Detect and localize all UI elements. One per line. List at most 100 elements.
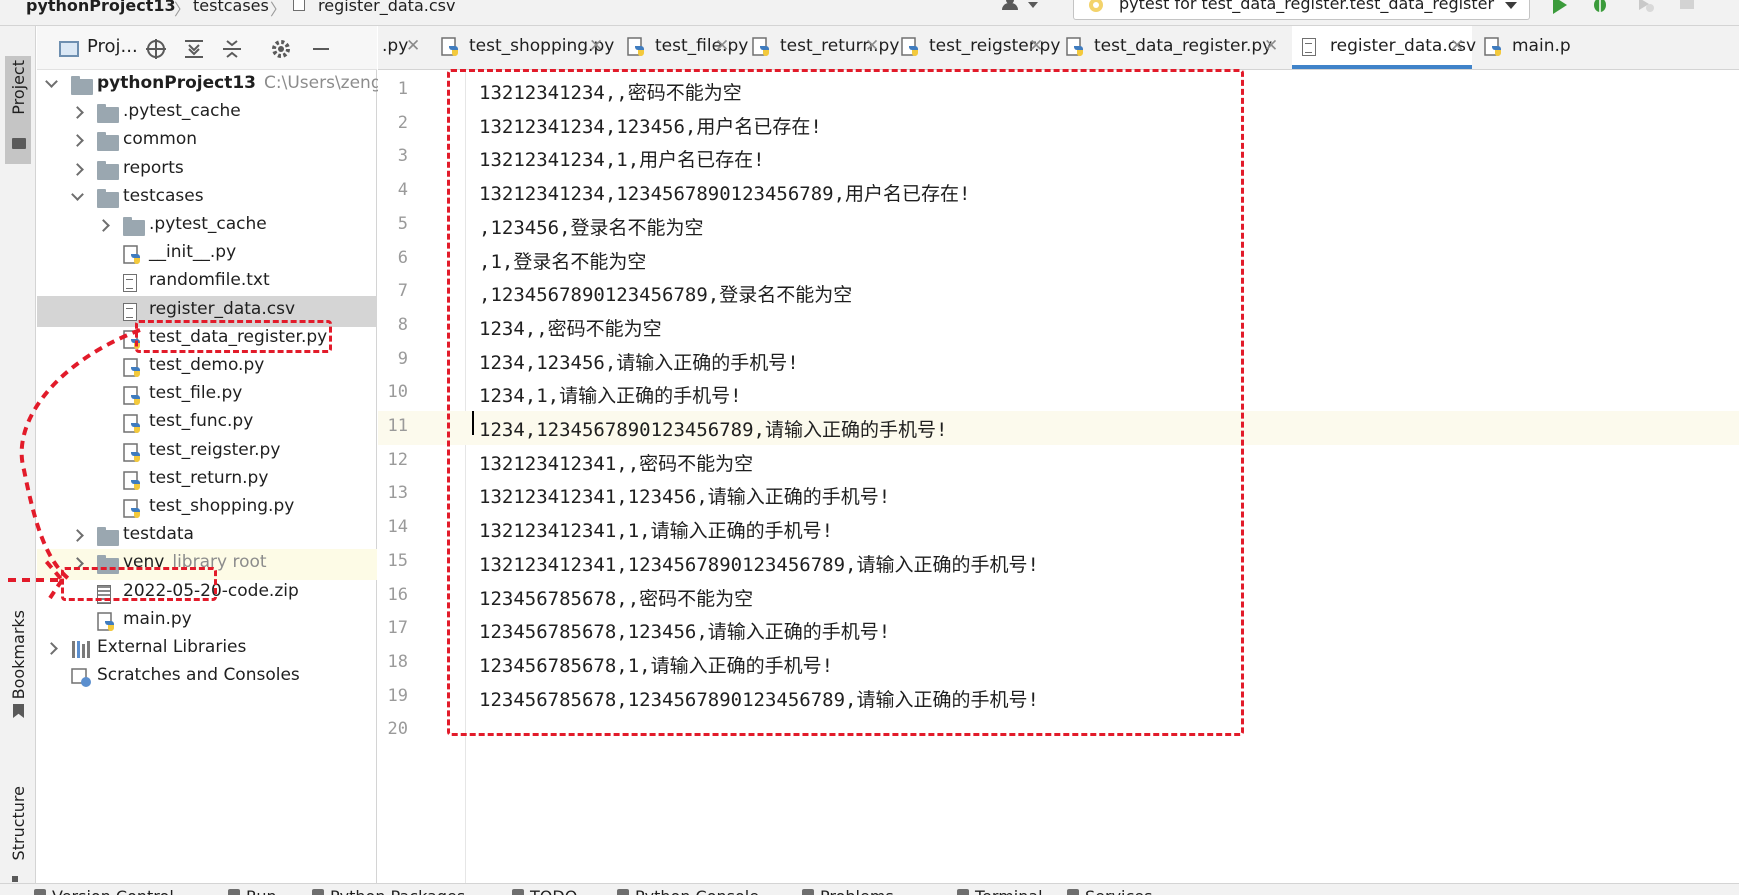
bottom-tool-button[interactable]: Terminal (975, 887, 1043, 895)
close-icon[interactable]: ✕ (715, 36, 729, 56)
python-file-icon (123, 245, 140, 265)
tree-item[interactable]: test_reigster.py (37, 437, 377, 468)
bottom-tool-button[interactable]: TODO (530, 887, 577, 895)
close-icon[interactable]: ✕ (589, 36, 603, 56)
tree-item[interactable]: common (37, 126, 377, 157)
line-number: 4 (397, 180, 408, 201)
chevron-right-icon[interactable] (71, 162, 84, 176)
python-file-icon (123, 386, 140, 406)
project-view-icon[interactable] (59, 41, 79, 57)
line-number: 1 (397, 79, 408, 99)
breadcrumb-file[interactable]: register_data.csv (318, 0, 455, 15)
crosshair-locate-icon[interactable] (145, 38, 167, 60)
editor-tab-label: .py (382, 36, 409, 56)
tree-item[interactable]: test_func.py (37, 408, 377, 439)
collapse-all-icon[interactable] (221, 38, 243, 60)
close-icon[interactable]: ✕ (865, 36, 879, 56)
editor-tab[interactable]: test_reigster.py ✕ (891, 26, 1060, 69)
editor-tab[interactable]: .py ✕ (378, 26, 428, 69)
navigation-bar: pythonProject13 〉 testcases 〉 register_d… (0, 0, 1739, 26)
text-file-icon (123, 302, 137, 321)
chevron-down-icon (1505, 2, 1517, 9)
line-number: 16 (387, 584, 408, 605)
tree-item-label: testcases (123, 186, 204, 206)
line-number: 10 (387, 382, 408, 403)
python-file-icon (123, 358, 140, 377)
editor-tab-label: test_file.py (655, 36, 749, 56)
bottom-tool-button[interactable]: Services (1085, 887, 1152, 895)
tree-item[interactable]: reports (37, 155, 377, 186)
python-file-icon (123, 414, 140, 434)
tree-item-label: .pytest_cache (149, 214, 267, 234)
bottom-tool-button[interactable]: Run (246, 887, 277, 895)
debug-bug-icon[interactable] (1591, 0, 1609, 13)
tree-item[interactable]: External Libraries (37, 634, 377, 665)
run-configuration-selector[interactable]: pytest for test_data_register.test_data_… (1073, 0, 1530, 20)
tree-item[interactable]: test_file.py (37, 380, 377, 411)
chevron-right-icon[interactable] (45, 642, 58, 655)
breadcrumb-project[interactable]: pythonProject13 (26, 0, 176, 15)
chevron-right-icon[interactable] (71, 134, 84, 148)
tree-item[interactable]: test_return.py (37, 465, 377, 496)
stop-icon[interactable] (1680, 0, 1694, 9)
tree-item-name: testdata (123, 524, 194, 545)
tree-item[interactable]: randomfile.txt (37, 267, 377, 298)
editor-tab[interactable]: register_data.csv ✕ (1292, 26, 1476, 69)
breadcrumb-folder[interactable]: testcases (193, 0, 269, 15)
tree-item[interactable]: .pytest_cache (37, 211, 377, 242)
tool-window-icon (228, 889, 240, 895)
gear-icon[interactable] (270, 38, 292, 60)
bottom-tool-strip: Version Control Run Python Packages TODO Pyt… (0, 883, 1739, 895)
editor-tab[interactable]: test_file.py ✕ (617, 26, 748, 69)
bottom-tool-button[interactable]: Python Packages (330, 887, 465, 895)
tree-item[interactable]: .pytest_cache (37, 98, 377, 129)
tree-item-label: Scratches and Consoles (97, 665, 300, 685)
line-number: 13 (387, 483, 408, 504)
editor-tab-label: test_return.py (780, 36, 900, 56)
line-number: 12 (387, 449, 408, 470)
bottom-tool-button[interactable]: Python Console (635, 887, 759, 895)
text-file-icon (293, 0, 305, 11)
editor-tab[interactable]: test_data_register.py ✕ (1056, 26, 1286, 69)
project-panel-title[interactable]: Proj... (87, 36, 138, 57)
line-number: 15 (387, 550, 408, 571)
editor-tab[interactable]: test_shopping.py ✕ (431, 26, 614, 69)
tree-item[interactable]: Scratches and Consoles (37, 662, 377, 693)
editor-tab[interactable]: main.p (1474, 26, 1594, 69)
tree-item[interactable]: testdata (37, 521, 377, 552)
structure-tool-button[interactable]: Structure (5, 786, 31, 895)
python-file-icon (901, 37, 918, 56)
close-icon[interactable]: ✕ (1029, 36, 1043, 56)
tree-item[interactable]: pythonProject13 C:\Users\zengy (37, 70, 392, 101)
chevron-right-icon[interactable] (71, 529, 84, 543)
python-file-icon (123, 471, 140, 490)
tree-item[interactable]: __init__.py (37, 239, 377, 270)
line-number: 5 (397, 213, 408, 234)
close-icon[interactable]: ✕ (1264, 36, 1278, 56)
close-icon[interactable]: ✕ (1450, 36, 1464, 56)
run-icon[interactable] (1553, 0, 1567, 14)
user-icon[interactable] (1000, 0, 1022, 10)
minimize-icon[interactable] (310, 38, 332, 60)
bookmarks-tool-button[interactable]: Bookmarks (5, 610, 31, 734)
python-file-icon (1484, 37, 1501, 56)
tree-item[interactable]: test_demo.py (37, 352, 377, 383)
tree-item[interactable]: main.py (37, 606, 377, 637)
close-icon[interactable]: ✕ (406, 36, 420, 56)
profile-icon[interactable] (1637, 0, 1655, 14)
project-tool-button[interactable]: Project (5, 56, 31, 164)
line-number: 9 (397, 348, 408, 369)
chevron-down-icon[interactable] (1028, 2, 1038, 8)
chevron-down-icon[interactable] (45, 75, 58, 88)
chevron-down-icon[interactable] (71, 187, 84, 201)
tree-item[interactable]: test_shopping.py (37, 493, 377, 524)
editor-tab[interactable]: test_return.py ✕ (742, 26, 899, 69)
bottom-tool-button[interactable]: Problems (820, 887, 894, 895)
bottom-tool-button[interactable]: Version Control (52, 887, 174, 895)
chevron-right-icon[interactable] (97, 219, 110, 232)
python-file-icon (97, 612, 114, 631)
expand-all-icon[interactable] (183, 38, 205, 60)
python-file-icon (123, 499, 140, 518)
tree-item[interactable]: testcases (37, 183, 377, 214)
chevron-right-icon[interactable] (71, 106, 84, 120)
